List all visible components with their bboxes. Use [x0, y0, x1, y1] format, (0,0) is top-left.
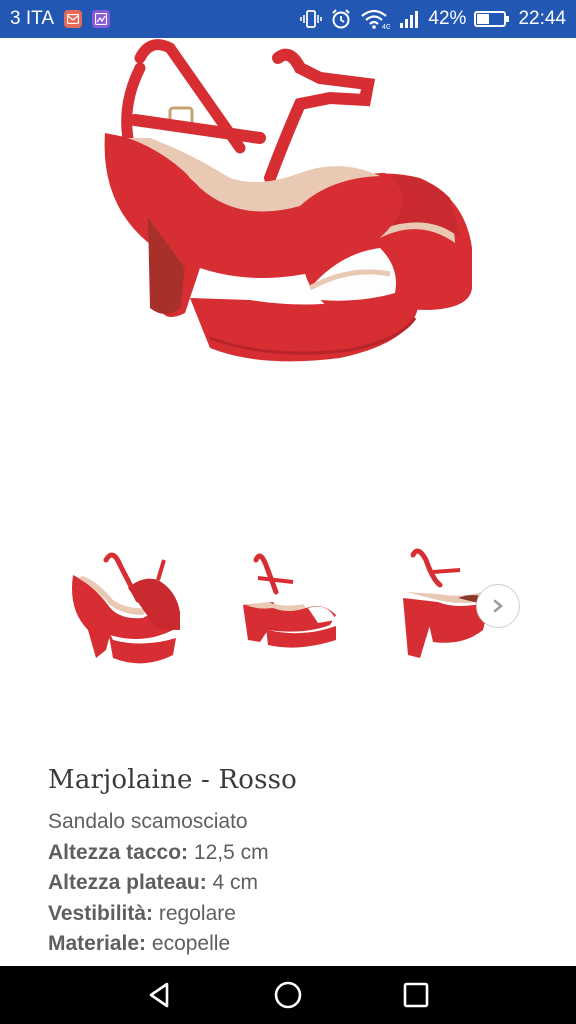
wifi-icon: 4G [360, 8, 390, 30]
next-image-button[interactable] [476, 584, 520, 628]
thumbnail-1[interactable] [58, 530, 198, 680]
spec-heel-height: Altezza tacco: 12,5 cm [48, 838, 548, 869]
spec-value: 4 cm [212, 871, 259, 894]
battery-percent: 42% [428, 8, 467, 29]
status-bar-left: 3 ITA [10, 8, 110, 30]
spec-material: Materiale: ecopelle [48, 929, 548, 960]
spec-label: Altezza tacco: [48, 840, 189, 864]
signal-icon [398, 8, 420, 30]
svg-text:4G: 4G [382, 24, 390, 30]
system-nav-bar [0, 966, 576, 1024]
spec-label: Materiale: [48, 932, 147, 955]
status-bar: 3 ITA 4G 42% 22:44 [0, 0, 576, 38]
thumbnail-2[interactable] [218, 530, 358, 680]
recents-button[interactable] [400, 979, 432, 1011]
thumbnail-gallery [0, 520, 576, 690]
spec-value: ecopelle [151, 932, 231, 955]
spec-label: Vestibilità: [48, 901, 154, 925]
product-info: Marjolaine - Rosso Sandalo scamosciato A… [48, 765, 548, 960]
home-icon [273, 980, 303, 1010]
chevron-right-icon [490, 598, 506, 614]
product-title: Marjolaine - Rosso [48, 765, 298, 795]
gallery-app-icon [92, 10, 110, 28]
spec-fit: Vestibilità: regolare [48, 899, 548, 930]
home-button[interactable] [272, 979, 304, 1011]
product-description: Sandalo scamosciato [48, 810, 248, 833]
spec-label: Altezza plateau: [48, 871, 207, 894]
carrier-label: 3 ITA [10, 8, 54, 29]
mail-app-icon [64, 10, 82, 28]
alarm-icon [330, 8, 352, 30]
status-bar-right: 4G 42% 22:44 [300, 8, 566, 30]
vibrate-icon [300, 8, 323, 30]
back-button[interactable] [144, 979, 176, 1011]
back-icon [145, 980, 175, 1010]
battery-icon [474, 8, 510, 30]
spec-value: regolare [158, 901, 236, 925]
product-main-image[interactable] [0, 38, 576, 478]
clock: 22:44 [518, 8, 566, 29]
recents-icon [401, 980, 431, 1010]
spec-platform-height: Altezza plateau: 4 cm [48, 868, 548, 899]
spec-value: 12,5 cm [193, 840, 269, 864]
